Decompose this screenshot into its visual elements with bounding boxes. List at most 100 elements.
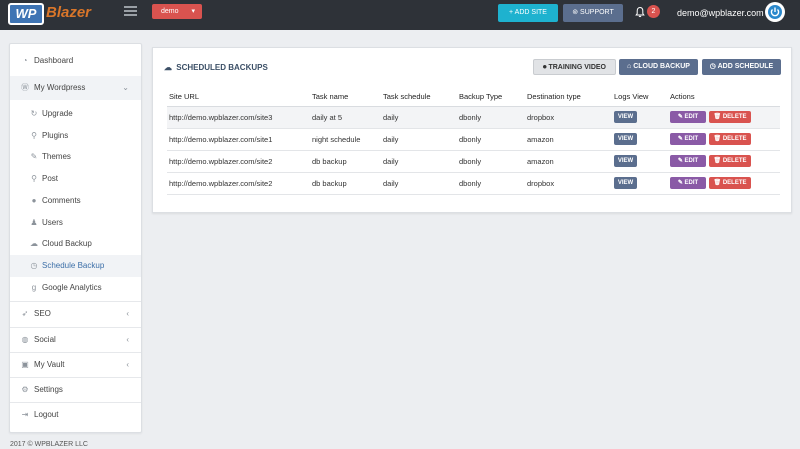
logs-view-cell: VIEW <box>612 172 668 195</box>
sidebar-item-google-analytics[interactable]: g Google Analytics <box>10 277 141 299</box>
view-logs-button[interactable]: VIEW <box>614 111 637 123</box>
sidebar-item-label: Schedule Backup <box>42 261 105 270</box>
notification-badge[interactable]: 2 <box>647 5 660 18</box>
site-selector-label: demo <box>161 8 179 15</box>
logout-icon: ⇥ <box>21 410 29 419</box>
task-schedule-cell: daily <box>381 150 457 173</box>
support-icon: ⊚ <box>572 9 579 16</box>
edit-icon: ✎ <box>677 180 685 186</box>
column-header: Logs View <box>612 87 668 107</box>
sidebar-item-my-vault[interactable]: ▣ My Vault ‹ <box>10 354 141 376</box>
delete-button[interactable]: 🗑 DELETE <box>709 133 751 145</box>
sidebar-item-label: Google Analytics <box>42 283 102 292</box>
sidebar: ◔ Dashboard Ⓦ My Wordpress ⌄ ↻ Upgrade ⚲… <box>9 43 142 433</box>
power-icon[interactable] <box>765 2 785 22</box>
menu-toggle-icon[interactable] <box>124 6 137 16</box>
support-button[interactable]: ⊚ SUPPORT <box>563 4 623 22</box>
user-email[interactable]: demo@wpblazer.com <box>677 8 764 18</box>
edit-button[interactable]: ✎ EDIT <box>670 155 706 167</box>
sidebar-item-label: Settings <box>34 385 63 394</box>
column-header: Task name <box>310 87 381 107</box>
table-row: http://demo.wpblazer.com/site2 db backup… <box>167 172 780 195</box>
destination-type-cell: amazon <box>525 128 612 151</box>
actions-cell: ✎ EDIT 🗑 DELETE <box>668 128 780 151</box>
edit-label: EDIT <box>684 136 699 142</box>
clock-icon: ◷ <box>30 261 38 270</box>
sidebar-item-dashboard[interactable]: ◔ Dashboard <box>10 50 141 72</box>
delete-button[interactable]: 🗑 DELETE <box>709 177 751 189</box>
support-label: SUPPORT <box>580 9 614 16</box>
globe-icon: ◍ <box>21 335 29 344</box>
site-url-cell: http://demo.wpblazer.com/site2 <box>167 150 310 173</box>
backup-type-cell: dbonly <box>457 106 525 129</box>
edit-label: EDIT <box>684 180 699 186</box>
site-url-cell: http://demo.wpblazer.com/site3 <box>167 106 310 129</box>
destination-type-cell: amazon <box>525 150 612 173</box>
view-logs-button[interactable]: VIEW <box>614 133 637 145</box>
site-url-cell: http://demo.wpblazer.com/site1 <box>167 128 310 151</box>
cloud-download-icon: ☁ <box>164 63 172 72</box>
sidebar-item-plugins[interactable]: ⚲ Plugins <box>10 125 141 147</box>
task-name-cell: db backup <box>310 172 381 195</box>
edit-button[interactable]: ✎ EDIT <box>670 111 706 123</box>
trash-icon: 🗑 <box>713 158 723 164</box>
destination-type-cell: dropbox <box>525 106 612 129</box>
delete-button[interactable]: 🗑 DELETE <box>709 111 751 123</box>
sidebar-item-schedule-backup[interactable]: ◷ Schedule Backup <box>10 255 141 277</box>
task-name-cell: db backup <box>310 150 381 173</box>
brush-icon: ✎ <box>30 152 38 161</box>
delete-button[interactable]: 🗑 DELETE <box>709 155 751 167</box>
sidebar-item-label: Users <box>42 218 63 227</box>
column-header: Actions <box>668 87 780 107</box>
sidebar-item-upgrade[interactable]: ↻ Upgrade <box>10 103 141 125</box>
backup-type-cell: dbonly <box>457 172 525 195</box>
cloud-icon: ☁ <box>30 239 38 248</box>
task-schedule-cell: daily <box>381 172 457 195</box>
edit-button[interactable]: ✎ EDIT <box>670 177 706 189</box>
add-schedule-label: ADD SCHEDULE <box>717 63 774 70</box>
bell-icon[interactable] <box>634 6 646 18</box>
view-logs-button[interactable]: VIEW <box>614 155 637 167</box>
sidebar-item-social[interactable]: ◍ Social ‹ <box>10 329 141 351</box>
sidebar-item-label: Themes <box>42 152 71 161</box>
wordpress-icon: Ⓦ <box>21 83 29 92</box>
sidebar-item-label: My Wordpress <box>34 83 86 92</box>
delete-label: DELETE <box>722 136 747 142</box>
delete-label: DELETE <box>722 114 747 120</box>
page-title-text: SCHEDULED BACKUPS <box>176 63 268 72</box>
sidebar-item-themes[interactable]: ✎ Themes <box>10 146 141 168</box>
sidebar-item-users[interactable]: ♟ Users <box>10 212 141 234</box>
top-bar: WP Blazer demo ▾ + ADD SITE ⊚ SUPPORT 2 … <box>0 0 800 30</box>
view-logs-button[interactable]: VIEW <box>614 177 637 189</box>
sidebar-item-label: Post <box>42 174 59 183</box>
add-schedule-button[interactable]: ◷ ADD SCHEDULE <box>702 59 781 75</box>
sidebar-item-cloud-backup[interactable]: ☁ Cloud Backup <box>10 233 141 255</box>
google-icon: g <box>31 283 37 292</box>
edit-button[interactable]: ✎ EDIT <box>670 133 706 145</box>
trash-icon: 🗑 <box>713 136 723 142</box>
delete-label: DELETE <box>722 180 747 186</box>
cloud-backup-button[interactable]: ⌂ CLOUD BACKUP <box>619 59 698 75</box>
sidebar-item-comments[interactable]: ● Comments <box>10 190 141 212</box>
sidebar-item-seo[interactable]: ➶ SEO ‹ <box>10 303 141 325</box>
sidebar-item-settings[interactable]: ⚙ Settings <box>10 379 141 401</box>
sidebar-item-my-wordpress[interactable]: Ⓦ My Wordpress ⌄ <box>10 76 141 100</box>
logs-view-cell: VIEW <box>612 150 668 173</box>
chevron-left-icon: ‹ <box>126 335 129 344</box>
training-video-label: TRAINING VIDEO <box>548 64 606 71</box>
wpblazer-logo[interactable]: WP Blazer <box>8 3 98 25</box>
sidebar-item-post[interactable]: ⚲ Post <box>10 168 141 190</box>
schedules-table: Site URL Task name Task schedule Backup … <box>167 87 780 195</box>
training-video-button[interactable]: ⏺ TRAINING VIDEO <box>533 59 616 75</box>
add-site-button[interactable]: + ADD SITE <box>498 4 558 22</box>
sidebar-item-label: Comments <box>42 196 81 205</box>
table-row: http://demo.wpblazer.com/site1 night sch… <box>167 128 780 151</box>
destination-type-cell: dropbox <box>525 172 612 195</box>
plug-icon: ⚲ <box>31 131 37 140</box>
trash-icon: 🗑 <box>713 180 723 186</box>
gear-icon: ⚙ <box>21 385 29 394</box>
sidebar-item-label: Social <box>34 335 56 344</box>
sidebar-item-logout[interactable]: ⇥ Logout <box>10 404 141 426</box>
site-selector-dropdown[interactable]: demo ▾ <box>152 4 202 19</box>
logo-wp-mark: WP <box>8 3 44 25</box>
